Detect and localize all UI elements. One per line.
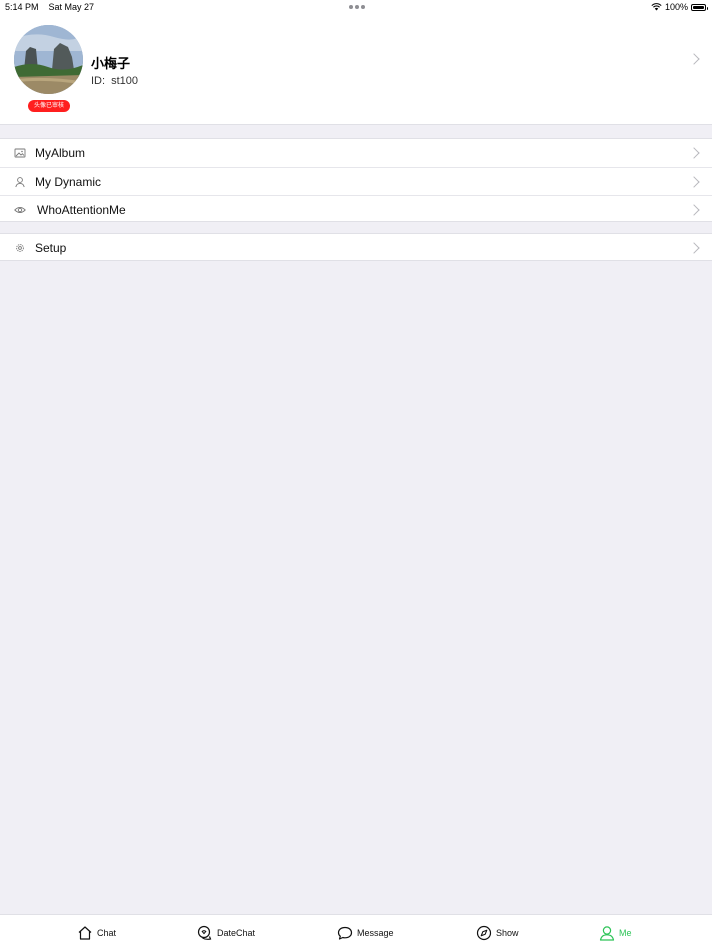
battery-icon bbox=[691, 3, 708, 11]
wifi-icon bbox=[651, 3, 662, 11]
person-icon bbox=[599, 926, 615, 941]
tab-label: Message bbox=[357, 928, 394, 938]
menu-item-label: Setup bbox=[35, 241, 67, 255]
profile-id-value: st100 bbox=[111, 75, 138, 87]
status-date: Sat May 27 bbox=[48, 2, 95, 12]
tab-label: Chat bbox=[97, 928, 117, 938]
tab-chat[interactable]: Chat bbox=[77, 925, 116, 941]
tab-label: DateChat bbox=[217, 928, 256, 938]
menu-item-my-album[interactable]: MyAlbum bbox=[0, 139, 712, 167]
home-icon bbox=[78, 926, 92, 940]
status-bar: 5:14 PM Sat May 27 100% bbox=[0, 0, 712, 15]
tab-datechat[interactable]: DateChat bbox=[197, 925, 255, 941]
avatar[interactable] bbox=[14, 25, 83, 94]
eye-icon bbox=[14, 206, 26, 214]
profile-id-label: ID: bbox=[91, 75, 106, 87]
gear-icon bbox=[16, 244, 24, 252]
chevron-right-icon bbox=[688, 242, 700, 254]
multitasking-dots-icon[interactable] bbox=[349, 5, 365, 9]
profile-header[interactable]: 头像已审核 小梅子 ID: st100 bbox=[0, 15, 712, 125]
profile-id: ID: st100 bbox=[91, 75, 138, 87]
person-icon bbox=[15, 177, 25, 188]
chevron-right-icon bbox=[688, 147, 700, 159]
chevron-right-icon bbox=[688, 53, 700, 65]
status-time: 5:14 PM bbox=[5, 2, 39, 12]
profile-name: 小梅子 bbox=[91, 56, 131, 71]
menu-group-settings: Setup bbox=[0, 233, 712, 261]
menu-item-label: WhoAttentionMe bbox=[37, 203, 126, 217]
tab-bar: Chat DateChat Message Show Me bbox=[0, 914, 712, 950]
menu-item-setup[interactable]: Setup bbox=[0, 234, 712, 262]
avatar-review-badge: 头像已审核 bbox=[28, 100, 70, 112]
menu-item-my-dynamic[interactable]: My Dynamic bbox=[0, 167, 712, 195]
menu-item-label: MyAlbum bbox=[35, 146, 86, 160]
tab-me[interactable]: Me bbox=[599, 925, 632, 941]
chevron-right-icon bbox=[688, 176, 700, 188]
compass-icon bbox=[476, 925, 492, 941]
chevron-right-icon bbox=[688, 204, 700, 216]
image-icon bbox=[14, 148, 26, 158]
tab-show[interactable]: Show bbox=[476, 925, 519, 941]
tab-label: Show bbox=[496, 928, 519, 938]
battery-percent: 100% bbox=[664, 2, 688, 12]
tab-message[interactable]: Message bbox=[337, 925, 394, 941]
message-bubble-icon bbox=[337, 926, 353, 940]
datechat-icon bbox=[197, 925, 212, 940]
tab-label: Me bbox=[619, 928, 632, 938]
menu-item-label: My Dynamic bbox=[35, 175, 102, 189]
menu-group-main: MyAlbum My Dynamic WhoAttentionMe bbox=[0, 138, 712, 222]
menu-item-who-attention-me[interactable]: WhoAttentionMe bbox=[0, 195, 712, 223]
